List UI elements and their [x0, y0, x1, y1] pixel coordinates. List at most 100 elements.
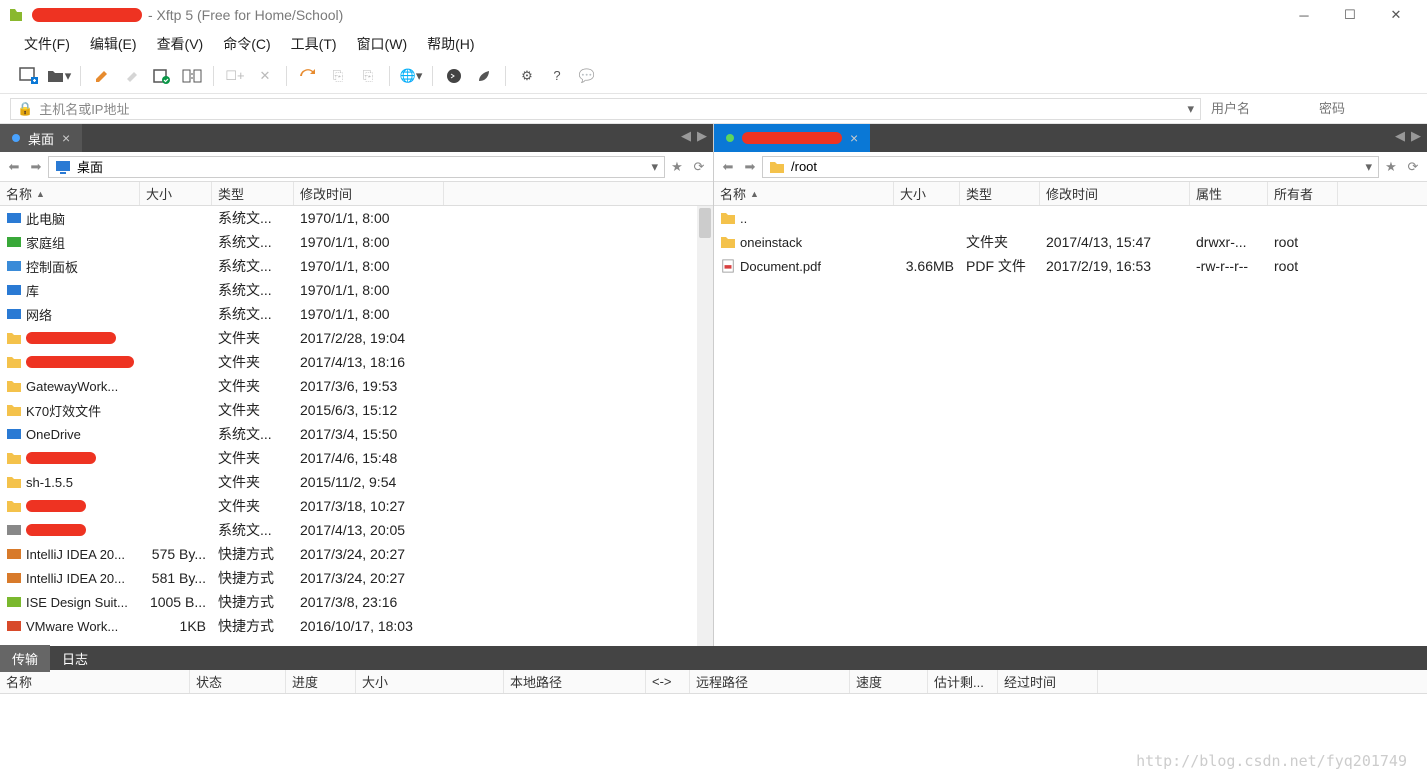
tcol-name[interactable]: 名称	[0, 670, 190, 693]
col-type[interactable]: 类型	[212, 182, 294, 205]
new-session-icon[interactable]	[16, 63, 42, 89]
open-icon[interactable]: ▾	[46, 63, 72, 89]
file-row[interactable]: K70灯效文件文件夹2015/6/3, 15:12	[0, 398, 713, 422]
col-name[interactable]: 名称▲	[0, 182, 140, 205]
tab-next-icon[interactable]: ▶	[697, 128, 707, 144]
col-attr[interactable]: 属性	[1190, 182, 1268, 205]
menu-command[interactable]: 命令(C)	[215, 30, 278, 58]
maximize-button[interactable]: ☐	[1327, 0, 1373, 30]
chat-icon[interactable]: 💬	[574, 63, 600, 89]
tcol-elapsed[interactable]: 经过时间	[998, 670, 1098, 693]
help-icon[interactable]: ?	[544, 63, 570, 89]
file-row[interactable]: 文件夹2017/4/6, 15:48	[0, 446, 713, 470]
reconnect-icon[interactable]	[295, 63, 321, 89]
folder-icon	[769, 160, 785, 174]
globe-icon[interactable]: 🌐▾	[398, 63, 424, 89]
col-date[interactable]: 修改时间	[1040, 182, 1190, 205]
tab-prev-icon[interactable]: ◀	[681, 128, 691, 144]
username-input[interactable]	[1209, 99, 1309, 118]
clear-icon[interactable]	[119, 63, 145, 89]
refresh-icon[interactable]: ⟳	[689, 157, 709, 177]
tab-transfer[interactable]: 传输	[0, 645, 50, 672]
delete-icon[interactable]: ✕	[252, 63, 278, 89]
col-type[interactable]: 类型	[960, 182, 1040, 205]
file-row[interactable]: GatewayWork...文件夹2017/3/6, 19:53	[0, 374, 713, 398]
forward-icon[interactable]: ➡	[26, 157, 46, 177]
col-owner[interactable]: 所有者	[1268, 182, 1338, 205]
tcol-direction[interactable]: <->	[646, 670, 690, 693]
host-placeholder: 主机名或IP地址	[39, 99, 129, 118]
tcol-remotepath[interactable]: 远程路径	[690, 670, 850, 693]
file-row[interactable]: VMware Work...1KB快捷方式2016/10/17, 18:03	[0, 614, 713, 638]
back-icon[interactable]: ⬅	[718, 157, 738, 177]
remote-path-text: /root	[791, 159, 817, 174]
remote-path-input[interactable]: /root ▾	[762, 156, 1379, 178]
remote-file-list[interactable]: ..oneinstack文件夹2017/4/13, 15:47drwxr-...…	[714, 206, 1427, 646]
file-row[interactable]: 控制面板系统文...1970/1/1, 8:00	[0, 254, 713, 278]
settings-icon[interactable]: ⚙	[514, 63, 540, 89]
leaf-icon[interactable]	[471, 63, 497, 89]
sync-icon[interactable]	[149, 63, 175, 89]
col-size[interactable]: 大小	[140, 182, 212, 205]
file-row[interactable]: 家庭组系统文...1970/1/1, 8:00	[0, 230, 713, 254]
paste-icon[interactable]: ⎘	[355, 63, 381, 89]
new-folder-icon[interactable]: ☐+	[222, 63, 248, 89]
close-button[interactable]: ✕	[1373, 0, 1419, 30]
file-row[interactable]: 文件夹2017/4/13, 18:16	[0, 350, 713, 374]
tab-log[interactable]: 日志	[50, 645, 100, 672]
tab-close-icon[interactable]: ×	[850, 130, 858, 146]
host-input[interactable]: 🔒 主机名或IP地址 ▾	[10, 98, 1201, 120]
forward-icon[interactable]: ➡	[740, 157, 760, 177]
file-row[interactable]: ISE Design Suit...1005 B...快捷方式2017/3/8,…	[0, 590, 713, 614]
tcol-eta[interactable]: 估计剩...	[928, 670, 998, 693]
tcol-localpath[interactable]: 本地路径	[504, 670, 646, 693]
bookmark-icon[interactable]: ★	[667, 157, 687, 177]
menu-window[interactable]: 窗口(W)	[349, 30, 416, 58]
edit-icon[interactable]	[89, 63, 115, 89]
file-row[interactable]: ..	[714, 206, 1427, 230]
file-row[interactable]: IntelliJ IDEA 20...575 By...快捷方式2017/3/2…	[0, 542, 713, 566]
menu-file[interactable]: 文件(F)	[16, 30, 78, 58]
menu-tools[interactable]: 工具(T)	[283, 30, 345, 58]
file-row[interactable]: 系统文...2017/4/13, 20:05	[0, 518, 713, 542]
password-input[interactable]	[1317, 99, 1417, 118]
file-row[interactable]: 文件夹2017/3/18, 10:27	[0, 494, 713, 518]
tcol-speed[interactable]: 速度	[850, 670, 928, 693]
remote-tab[interactable]: ×	[714, 124, 870, 152]
file-row[interactable]: 网络系统文...1970/1/1, 8:00	[0, 302, 713, 326]
file-row[interactable]: Document.pdf3.66MBPDF 文件2017/2/19, 16:53…	[714, 254, 1427, 278]
back-icon[interactable]: ⬅	[4, 157, 24, 177]
local-tab[interactable]: 桌面 ×	[0, 124, 82, 152]
tcol-size[interactable]: 大小	[356, 670, 504, 693]
transfer-icon[interactable]	[179, 63, 205, 89]
tab-next-icon[interactable]: ▶	[1411, 128, 1421, 144]
col-name[interactable]: 名称▲	[714, 182, 894, 205]
bookmark-icon[interactable]: ★	[1381, 157, 1401, 177]
col-size[interactable]: 大小	[894, 182, 960, 205]
local-path-input[interactable]: 桌面 ▾	[48, 156, 665, 178]
file-row[interactable]: 文件夹2017/2/28, 19:04	[0, 326, 713, 350]
tab-prev-icon[interactable]: ◀	[1395, 128, 1405, 144]
file-row[interactable]: OneDrive系统文...2017/3/4, 15:50	[0, 422, 713, 446]
scrollbar[interactable]	[697, 206, 713, 646]
refresh-icon[interactable]: ⟳	[1403, 157, 1423, 177]
local-file-list[interactable]: 此电脑系统文...1970/1/1, 8:00家庭组系统文...1970/1/1…	[0, 206, 713, 646]
tcol-status[interactable]: 状态	[190, 670, 286, 693]
col-date[interactable]: 修改时间	[294, 182, 444, 205]
file-row[interactable]: 库系统文...1970/1/1, 8:00	[0, 278, 713, 302]
tab-close-icon[interactable]: ×	[62, 130, 70, 146]
file-row[interactable]: 此电脑系统文...1970/1/1, 8:00	[0, 206, 713, 230]
shell-icon[interactable]	[441, 63, 467, 89]
menu-view[interactable]: 查看(V)	[149, 30, 212, 58]
local-nav-row: ⬅ ➡ 桌面 ▾ ★ ⟳	[0, 152, 713, 182]
file-row[interactable]: sh-1.5.5文件夹2015/11/2, 9:54	[0, 470, 713, 494]
tcol-progress[interactable]: 进度	[286, 670, 356, 693]
file-row[interactable]: IntelliJ IDEA 20...581 By...快捷方式2017/3/2…	[0, 566, 713, 590]
scrollbar-thumb[interactable]	[699, 208, 711, 238]
copy-icon[interactable]: ⎘	[325, 63, 351, 89]
file-row[interactable]: oneinstack文件夹2017/4/13, 15:47drwxr-...ro…	[714, 230, 1427, 254]
watermark: http://blog.csdn.net/fyq201749	[1136, 752, 1407, 770]
menu-help[interactable]: 帮助(H)	[419, 30, 482, 58]
minimize-button[interactable]: ─	[1281, 0, 1327, 30]
menu-edit[interactable]: 编辑(E)	[82, 30, 145, 58]
